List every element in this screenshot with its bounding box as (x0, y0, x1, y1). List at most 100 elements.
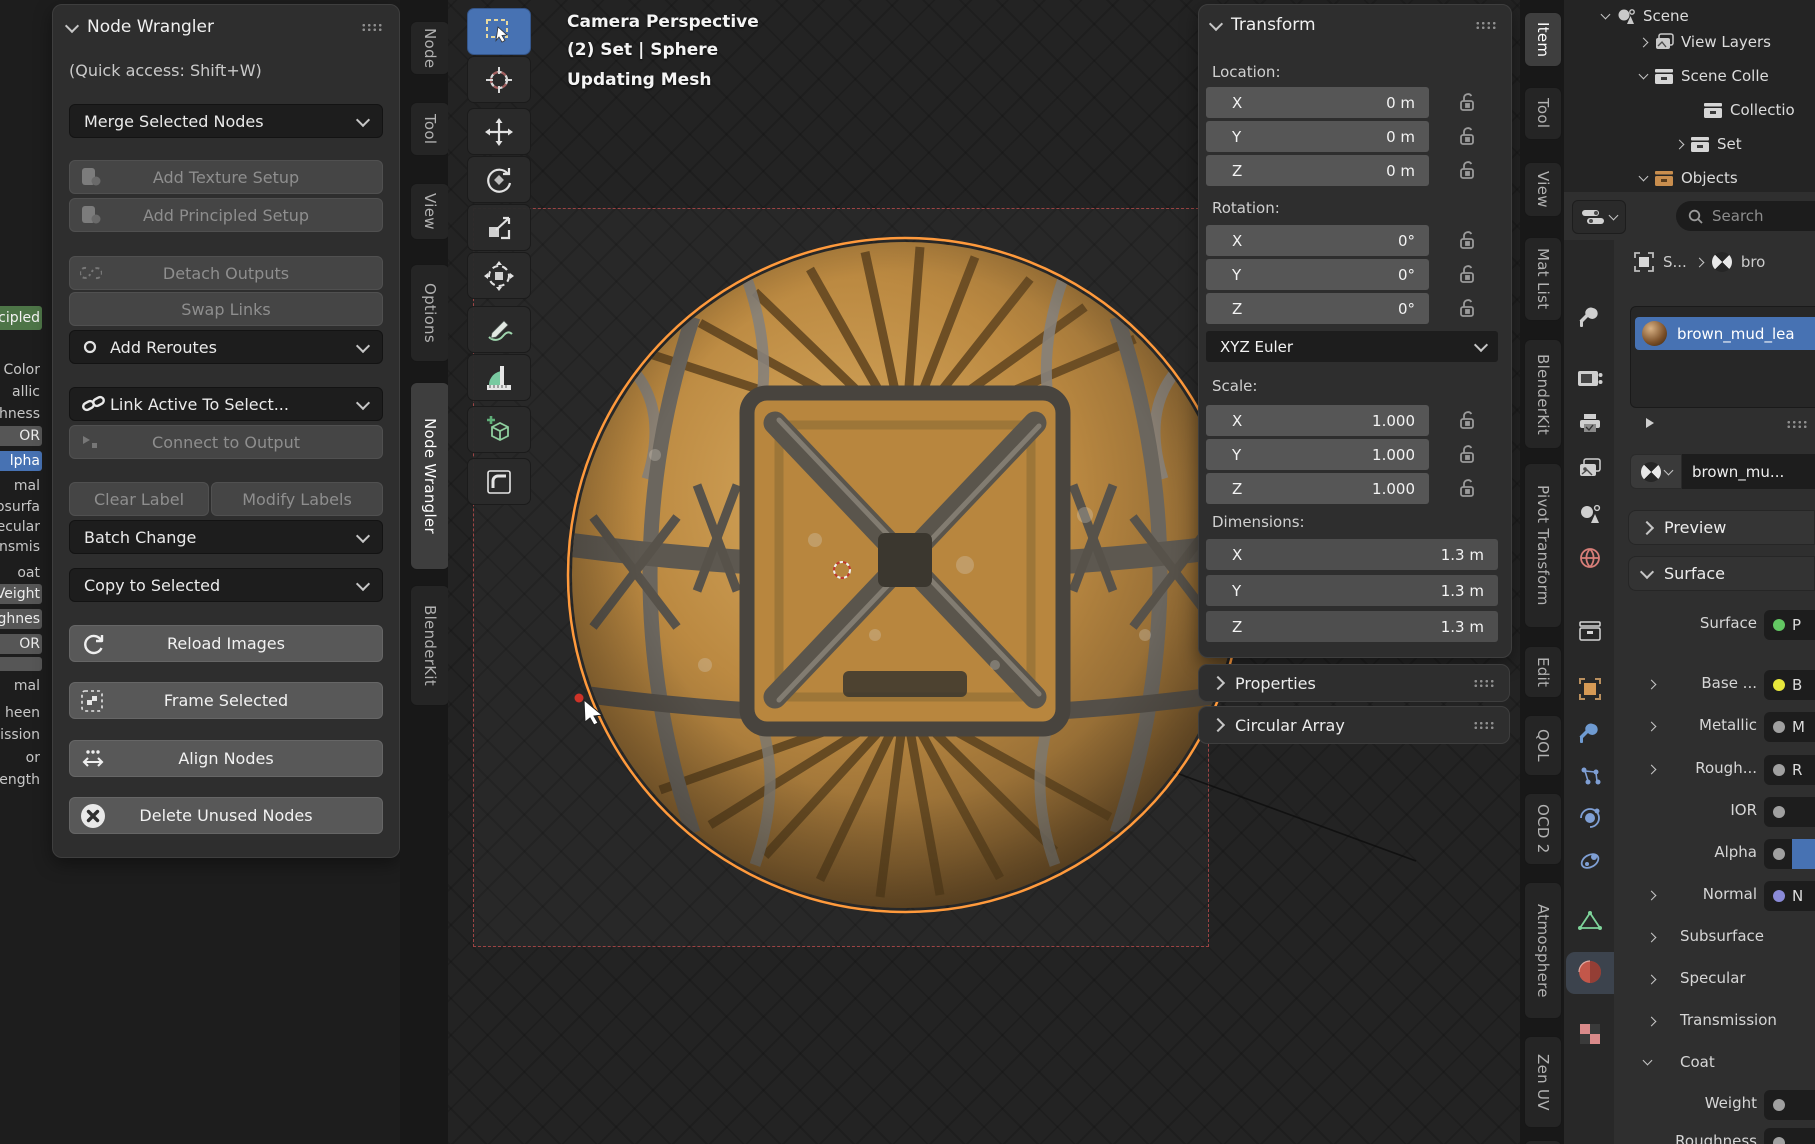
outliner-row-objects[interactable]: Objects (1640, 164, 1738, 192)
delete-unused-nodes-button[interactable]: Delete Unused Nodes (69, 797, 383, 834)
tab-node-wrangler[interactable]: Node Wrangler (410, 382, 450, 570)
tab-zen-uv[interactable]: Zen UV (1524, 1036, 1562, 1128)
metallic-field[interactable]: M (1764, 712, 1815, 742)
lock-icon[interactable] (1455, 124, 1479, 148)
tab-options[interactable]: Options (410, 264, 450, 362)
expand-closed-icon[interactable] (1639, 37, 1649, 47)
expand-closed-icon[interactable] (1675, 139, 1685, 149)
alpha-field[interactable] (1764, 839, 1815, 869)
tab-object-data[interactable] (1572, 902, 1608, 938)
outliner-row-set[interactable]: Set (1676, 130, 1742, 158)
scale-z-field[interactable]: Z 1.000 (1206, 473, 1429, 504)
subsurface-row[interactable]: Subsurface (1614, 923, 1815, 953)
copy-to-selected-dropdown[interactable]: Copy to Selected (69, 568, 383, 602)
outliner-row-scene[interactable]: Scene (1602, 2, 1689, 30)
node-header-principled[interactable]: rincipled (0, 306, 42, 330)
lock-icon[interactable] (1455, 90, 1479, 114)
tab-view[interactable]: View (410, 183, 450, 240)
surface-row[interactable]: Surface P (1614, 610, 1815, 640)
sphere-object[interactable] (560, 230, 1250, 920)
align-nodes-button[interactable]: Align Nodes (69, 740, 383, 777)
reload-images-button[interactable]: Reload Images (69, 625, 383, 662)
rotation-y-field[interactable]: Y 0° (1206, 259, 1429, 290)
drag-dots-icon[interactable] (1473, 679, 1495, 688)
specular-row[interactable]: Specular (1614, 965, 1815, 995)
tab-tool[interactable]: Tool (410, 102, 450, 156)
scale-y-field[interactable]: Y 1.000 (1206, 439, 1429, 470)
add-texture-setup-button[interactable]: Add Texture Setup (69, 160, 383, 194)
node-value-field[interactable]: oughnes (0, 609, 42, 629)
expand-open-icon[interactable] (1601, 10, 1611, 20)
tab-collection-props[interactable] (1572, 613, 1608, 649)
expand-icon[interactable] (1647, 1017, 1657, 1027)
tab-blenderkit-right[interactable]: BlenderKit (1524, 339, 1562, 449)
merge-nodes-dropdown[interactable]: Merge Selected Nodes (69, 104, 383, 138)
expand-open-icon[interactable] (1643, 1056, 1653, 1066)
drag-dots-icon[interactable] (1786, 420, 1808, 429)
swap-links-button[interactable]: Swap Links (69, 292, 383, 326)
lock-icon[interactable] (1455, 262, 1479, 286)
dimension-y-field[interactable]: Y 1.3 m (1206, 575, 1498, 606)
link-active-dropdown[interactable]: Link Active To Select... (69, 387, 383, 421)
search-field[interactable]: Search (1676, 201, 1815, 231)
lock-icon[interactable] (1455, 442, 1479, 466)
location-x-field[interactable]: X 0 m (1206, 87, 1429, 118)
base-color-row[interactable]: Base ... B (1614, 670, 1815, 700)
add-reroutes-dropdown[interactable]: Add Reroutes (69, 330, 383, 364)
tool-transform[interactable] (467, 252, 531, 299)
tool-annotate[interactable] (467, 306, 531, 353)
drag-dots-icon[interactable] (1473, 721, 1495, 730)
dimension-x-field[interactable]: X 1.3 m (1206, 539, 1498, 570)
tab-modifiers[interactable] (1572, 715, 1608, 751)
drag-dots-icon[interactable] (361, 23, 383, 32)
tool-rotate[interactable] (467, 156, 531, 203)
clear-label-button[interactable]: Clear Label (69, 482, 209, 516)
tab-partial[interactable]: F (1524, 1140, 1562, 1144)
tool-corner[interactable] (467, 458, 531, 505)
roughness-row[interactable]: Rough... R (1614, 755, 1815, 785)
ior-row[interactable]: IOR (1614, 797, 1815, 827)
detach-outputs-button[interactable]: Detach Outputs (69, 256, 383, 290)
lock-icon[interactable] (1455, 408, 1479, 432)
surface-panel-header[interactable]: Surface (1628, 556, 1815, 591)
outliner-row-scene-collection[interactable]: Scene Colle (1640, 62, 1769, 90)
coat-roughness-row[interactable]: Roughness (1614, 1128, 1815, 1144)
location-z-field[interactable]: Z 0 m (1206, 155, 1429, 186)
tab-item[interactable]: Item (1524, 12, 1562, 67)
outliner-row-view-layers[interactable]: View Layers (1640, 28, 1771, 56)
node-value-field[interactable]: OR (0, 634, 42, 654)
tab-pivot-transform[interactable]: Pivot Transform (1524, 463, 1562, 628)
editor-type-button[interactable] (1572, 200, 1626, 234)
connect-to-output-button[interactable]: Connect to Output (69, 425, 383, 459)
dimension-z-field[interactable]: Z 1.3 m (1206, 611, 1498, 642)
node-value-field[interactable]: OR (0, 426, 42, 446)
expand-open-icon[interactable] (1639, 172, 1649, 182)
roughness-field[interactable]: R (1764, 755, 1815, 785)
tool-measure[interactable] (467, 354, 531, 401)
tab-qol[interactable]: QOL (1524, 715, 1562, 776)
tab-view-right[interactable]: View (1524, 162, 1562, 217)
tab-edit[interactable]: Edit (1524, 646, 1562, 698)
coat-weight-row[interactable]: Weight (1614, 1090, 1815, 1120)
outliner-row-collection[interactable]: Collectio (1703, 96, 1795, 124)
properties-collapsed-panel[interactable]: Properties (1198, 664, 1510, 702)
material-slot-list[interactable]: brown_mud_lea (1630, 306, 1815, 408)
rotation-z-field[interactable]: Z 0° (1206, 293, 1429, 324)
tab-tool-right[interactable]: Tool (1524, 87, 1562, 140)
tool-scale[interactable] (467, 204, 531, 251)
tab-atmosphere[interactable]: Atmosphere (1524, 882, 1562, 1019)
rotation-x-field[interactable]: X 0° (1206, 225, 1429, 256)
tool-select-box[interactable] (467, 8, 531, 55)
tab-particles[interactable] (1572, 758, 1608, 794)
node-value-field[interactable]: Veight (0, 584, 42, 604)
metallic-row[interactable]: Metallic M (1614, 712, 1815, 742)
preview-panel-header[interactable]: Preview (1628, 510, 1815, 545)
base-color-field[interactable]: B (1764, 670, 1815, 700)
tab-texture[interactable] (1572, 1016, 1608, 1052)
coat-weight-field[interactable] (1764, 1090, 1815, 1120)
normal-row[interactable]: Normal N (1614, 881, 1815, 911)
add-principled-setup-button[interactable]: Add Principled Setup (69, 198, 383, 232)
expand-triangle-icon[interactable] (1644, 416, 1656, 430)
transmission-row[interactable]: Transmission (1614, 1007, 1815, 1037)
drag-dots-icon[interactable] (1475, 21, 1497, 30)
